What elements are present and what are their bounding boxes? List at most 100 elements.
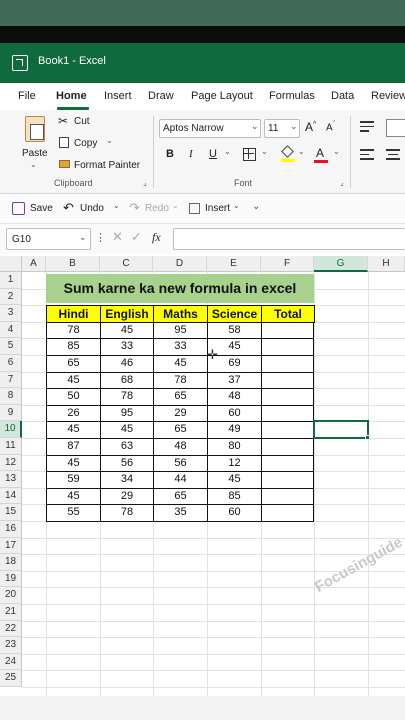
header-cell-maths[interactable]: Maths [153,305,208,323]
borders-icon[interactable] [243,148,256,161]
column-header-e[interactable]: E [207,256,261,272]
row-header-17[interactable]: 17 [0,537,22,555]
row-header-4[interactable]: 4 [0,321,22,339]
total-cell[interactable] [261,338,314,356]
row-header-12[interactable]: 12 [0,454,22,472]
column-header-d[interactable]: D [153,256,207,272]
bold-button[interactable]: B [166,148,174,160]
save-button[interactable]: Save [30,203,53,214]
column-header-f[interactable]: F [261,256,314,272]
tab-formulas[interactable]: Formulas [269,90,315,102]
insert-dropdown-icon[interactable]: ⌄ [233,201,240,210]
data-cell[interactable]: 56 [153,454,207,473]
align-top-icon[interactable] [360,121,374,132]
row-header-8[interactable]: 8 [0,388,22,405]
insert-button[interactable]: Insert [205,203,230,214]
font-name-select[interactable]: Aptos Narrow ⌄ [159,119,261,138]
column-header-b[interactable]: B [46,256,100,272]
data-cell[interactable]: 85 [207,487,261,506]
data-cell[interactable]: 45 [100,321,153,340]
grow-font-button[interactable]: A^ [305,120,316,134]
row-header-23[interactable]: 23 [0,637,22,654]
data-cell[interactable]: 65 [46,355,100,373]
data-cell[interactable]: 80 [207,438,261,456]
data-cell[interactable]: 45 [46,371,100,390]
data-cell[interactable]: 45 [153,355,207,373]
tab-file[interactable]: File [18,90,36,102]
data-cell[interactable]: 95 [153,321,207,340]
data-cell[interactable]: 78 [46,321,100,340]
total-cell[interactable] [261,454,314,473]
data-cell[interactable]: 58 [207,321,261,340]
row-header-13[interactable]: 13 [0,471,22,488]
formula-input[interactable] [173,228,405,250]
tab-draw[interactable]: Draw [148,90,174,102]
font-launcher-icon[interactable]: ⌟ [340,178,344,187]
save-icon[interactable] [12,202,25,215]
row-header-19[interactable]: 19 [0,570,22,588]
total-cell[interactable] [261,471,314,489]
enter-icon[interactable]: ✓ [131,229,142,245]
total-cell[interactable] [261,371,314,390]
total-cell[interactable] [261,355,314,373]
tab-insert[interactable]: Insert [104,90,132,102]
tab-data[interactable]: Data [331,90,354,102]
column-header-a[interactable]: A [22,256,46,272]
row-header-11[interactable]: 11 [0,438,22,455]
row-header-14[interactable]: 14 [0,487,22,505]
undo-icon[interactable]: ↶ [63,200,74,216]
undo-dropdown-icon[interactable]: ⌄ [113,201,120,210]
data-cell[interactable]: 78 [153,371,207,390]
data-cell[interactable]: 33 [100,338,153,356]
shrink-font-button[interactable]: Aˇ [326,121,335,133]
total-cell[interactable] [261,487,314,506]
data-cell[interactable]: 60 [207,504,261,522]
font-color-dropdown-icon[interactable]: ⌄ [333,147,340,156]
data-cell[interactable]: 35 [153,504,207,522]
font-size-select[interactable]: 11 ⌄ [264,119,300,138]
select-all-corner[interactable] [0,256,22,272]
total-cell[interactable] [261,504,314,522]
data-cell[interactable]: 29 [100,487,153,506]
header-cell-science[interactable]: Science [207,305,262,323]
more-options-icon[interactable]: ⋮ [95,231,106,244]
data-cell[interactable]: 12 [207,454,261,473]
data-cell[interactable]: 78 [100,504,153,522]
column-header-c[interactable]: C [100,256,153,272]
data-cell[interactable]: 48 [153,438,207,456]
insert-function-button[interactable]: fx [152,230,161,245]
tab-page-layout[interactable]: Page Layout [191,90,253,102]
row-header-9[interactable]: 9 [0,404,22,422]
data-cell[interactable]: 56 [100,454,153,473]
fill-handle[interactable] [365,435,370,440]
data-cell[interactable]: 29 [153,404,207,423]
sheet-title-cell[interactable]: Sum karne ka new formula in excel [46,274,314,304]
row-header-22[interactable]: 22 [0,620,22,638]
format-painter-button[interactable]: Format Painter [58,158,144,174]
align-left-icon[interactable] [360,149,374,160]
row-header-2[interactable]: 2 [0,288,22,306]
row-header-15[interactable]: 15 [0,504,22,521]
data-cell[interactable]: 45 [46,421,100,439]
column-header-h[interactable]: H [368,256,405,272]
row-header-25[interactable]: 25 [0,670,22,687]
row-header-3[interactable]: 3 [0,305,22,322]
data-cell[interactable]: 63 [100,438,153,456]
total-cell[interactable] [261,321,314,340]
total-cell[interactable] [261,438,314,456]
data-cell[interactable]: 26 [46,404,100,423]
customize-qat-icon[interactable]: ⌄ [252,201,260,212]
underline-dropdown-icon[interactable]: ⌄ [224,147,231,156]
data-cell[interactable]: 65 [153,388,207,406]
data-cell[interactable]: 33 [153,338,207,356]
data-cell[interactable]: 48 [207,388,261,406]
data-cell[interactable]: 55 [46,504,100,522]
data-cell[interactable]: 60 [207,404,261,423]
fill-color-dropdown-icon[interactable]: ⌄ [298,147,305,156]
total-cell[interactable] [261,421,314,439]
header-cell-total[interactable]: Total [261,305,315,323]
data-cell[interactable]: 78 [100,388,153,406]
font-color-icon[interactable]: A [314,146,328,163]
paste-button[interactable]: Paste ⌄ [12,114,56,170]
header-cell-hindi[interactable]: Hindi [46,305,101,323]
